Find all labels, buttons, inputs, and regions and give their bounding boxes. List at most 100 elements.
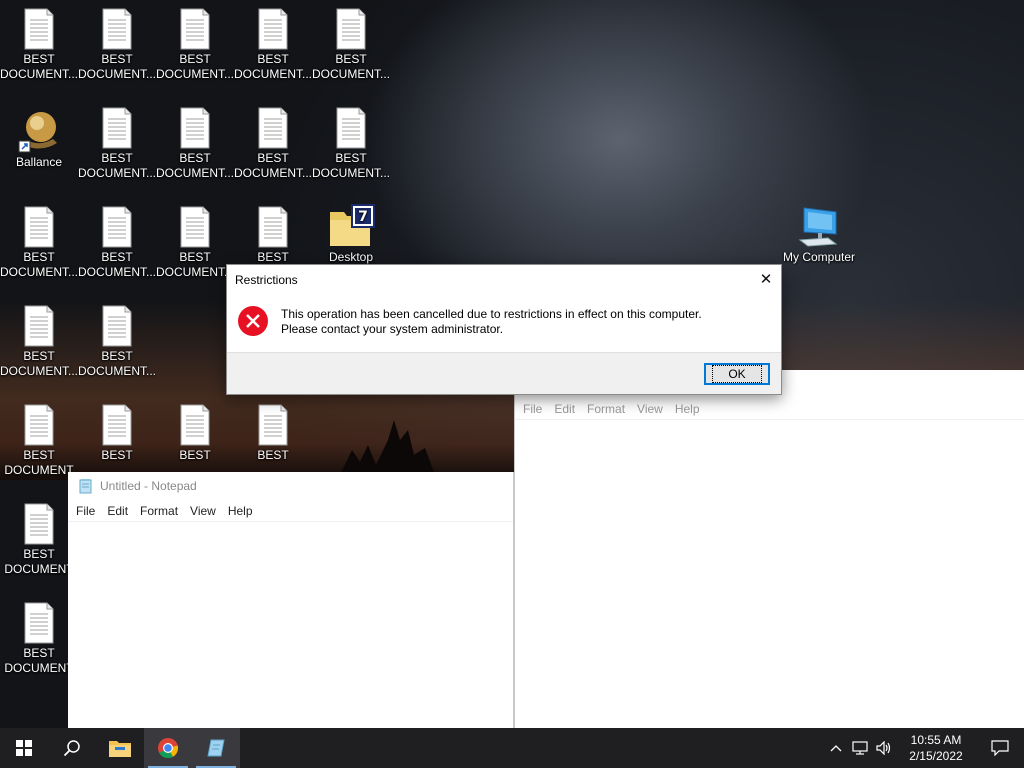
search-icon bbox=[63, 740, 80, 757]
desktop-icon[interactable]: Ballance bbox=[0, 107, 78, 170]
ok-button[interactable]: OK bbox=[704, 363, 770, 385]
desktop-icon[interactable]: BEST DOCUMENT... bbox=[78, 305, 156, 379]
desktop-icon-label: BEST bbox=[257, 52, 289, 66]
notepad-window-right[interactable]: File Edit Format View Help bbox=[514, 370, 1024, 728]
show-hidden-icons-button[interactable] bbox=[824, 728, 848, 768]
menu-edit[interactable]: Edit bbox=[101, 504, 134, 518]
menu-format[interactable]: Format bbox=[134, 504, 184, 518]
desktop-icon-label-line2: DOCUMENT... bbox=[234, 67, 312, 81]
desktop-icon[interactable]: BEST DOCUMENT bbox=[0, 602, 78, 676]
desktop-icon-label-line2: DOCUMENT... bbox=[78, 166, 156, 180]
taskbar-notepad[interactable] bbox=[192, 728, 240, 768]
desktop-icon[interactable]: BEST DOCUMENT... bbox=[0, 206, 78, 280]
desktop-icon[interactable]: BEST bbox=[234, 404, 312, 463]
desktop-icon[interactable]: 7 Desktop bbox=[312, 204, 390, 265]
desktop-icon[interactable]: BEST DOCUMENT... bbox=[0, 8, 78, 82]
desktop-icon[interactable]: BEST DOCUMENT... bbox=[156, 107, 234, 181]
desktop-icon[interactable]: BEST DOCUMENT... bbox=[78, 206, 156, 280]
desktop-icon[interactable]: BEST DOCUMENT... bbox=[78, 107, 156, 181]
desktop-icon-label-line2: DOCUMENT... bbox=[0, 265, 78, 279]
desktop-icon-label: BEST bbox=[23, 448, 55, 462]
desktop-icon-label: BEST bbox=[179, 448, 211, 462]
desktop-icon-label-line2: DOCUMENT... bbox=[0, 67, 78, 81]
desktop-icon-label: BEST bbox=[101, 151, 133, 165]
desktop-icon-label: My Computer bbox=[782, 250, 856, 264]
desktop-icon-label-line2: DOCUMENT... bbox=[156, 265, 234, 279]
desktop-icon[interactable]: BEST DOCUMENT... bbox=[234, 107, 312, 181]
desktop-icon-label: BEST bbox=[101, 448, 133, 462]
desktop-icon[interactable]: BEST DOCUMENT... bbox=[234, 8, 312, 82]
menu-format[interactable]: Format bbox=[581, 402, 631, 416]
notepad-left-menubar: File Edit Format View Help bbox=[68, 500, 513, 522]
ballance-game-icon bbox=[18, 112, 57, 153]
desktop-icon-label: BEST bbox=[23, 52, 55, 66]
desktop-icon[interactable]: BEST DOCUMENT... bbox=[78, 8, 156, 82]
network-button[interactable] bbox=[848, 728, 872, 768]
menu-file[interactable]: File bbox=[70, 504, 101, 518]
ok-button-label: OK bbox=[712, 365, 762, 383]
desktop-icon[interactable]: BEST bbox=[234, 206, 312, 265]
taskbar-chrome[interactable] bbox=[144, 728, 192, 768]
network-icon bbox=[852, 741, 868, 755]
document-icon bbox=[180, 8, 210, 50]
menu-file[interactable]: File bbox=[517, 402, 548, 416]
taskbar: 10:55 AM 2/15/2022 bbox=[0, 728, 1024, 768]
desktop-icon-label-line2: DOCUMENT bbox=[4, 562, 74, 576]
desktop-icon[interactable]: BEST bbox=[156, 404, 234, 463]
desktop-icon-label: BEST bbox=[179, 52, 211, 66]
desktop-icon-label: Desktop bbox=[328, 250, 374, 264]
notepad-right-text-area[interactable] bbox=[515, 422, 1024, 728]
desktop-icon[interactable]: BEST bbox=[78, 404, 156, 463]
desktop-icon-label-line2: DOCUMENT bbox=[4, 661, 74, 675]
desktop-icon[interactable]: BEST DOCUMENT... bbox=[312, 107, 390, 181]
notepad-left-text-area[interactable] bbox=[68, 524, 513, 728]
document-icon bbox=[24, 206, 54, 248]
clock[interactable]: 10:55 AM 2/15/2022 bbox=[896, 732, 976, 764]
windows-logo-icon bbox=[16, 740, 32, 756]
desktop-icon-label: BEST bbox=[101, 250, 133, 264]
desktop-icon-label: BEST bbox=[257, 448, 289, 462]
action-center-button[interactable] bbox=[976, 728, 1024, 768]
desktop-icon[interactable]: BEST DOCUMENT... bbox=[0, 305, 78, 379]
desktop-icon-label-line2: DOCUMENT bbox=[4, 463, 74, 477]
document-icon bbox=[102, 107, 132, 149]
desktop-icon[interactable]: BEST DOCUMENT... bbox=[156, 8, 234, 82]
document-icon bbox=[24, 503, 54, 545]
desktop-icon-label-line2: DOCUMENT... bbox=[78, 265, 156, 279]
desktop-icon[interactable]: My Computer bbox=[780, 206, 858, 265]
desktop-icon[interactable]: BEST DOCUMENT bbox=[0, 503, 78, 577]
document-icon bbox=[180, 107, 210, 149]
desktop-icon[interactable]: BEST DOCUMENT bbox=[0, 404, 78, 478]
notepad-icon bbox=[79, 479, 92, 494]
desktop-icon[interactable]: BEST DOCUMENT... bbox=[312, 8, 390, 82]
menu-view[interactable]: View bbox=[631, 402, 669, 416]
dialog-message: This operation has been cancelled due to… bbox=[281, 307, 702, 336]
desktop-icon-label-line2: DOCUMENT... bbox=[156, 67, 234, 81]
system-tray: 10:55 AM 2/15/2022 bbox=[824, 728, 1024, 768]
desktop-icon[interactable]: BEST DOCUMENT... bbox=[156, 206, 234, 280]
close-icon[interactable]: ✕ bbox=[751, 265, 781, 293]
document-icon bbox=[180, 404, 210, 446]
dialog-footer: OK bbox=[227, 352, 781, 394]
menu-help[interactable]: Help bbox=[222, 504, 259, 518]
desktop-icon-label: BEST bbox=[179, 250, 211, 264]
menu-edit[interactable]: Edit bbox=[548, 402, 581, 416]
volume-button[interactable] bbox=[872, 728, 896, 768]
desktop-icon-label: BEST bbox=[335, 151, 367, 165]
taskbar-file-explorer[interactable] bbox=[96, 728, 144, 768]
document-icon bbox=[258, 206, 288, 248]
menu-help[interactable]: Help bbox=[669, 402, 706, 416]
notepad-window-left[interactable]: Untitled - Notepad File Edit Format View… bbox=[68, 472, 514, 728]
document-icon bbox=[24, 602, 54, 644]
desktop-icon-label-line2: DOCUMENT... bbox=[78, 364, 156, 378]
menu-view[interactable]: View bbox=[184, 504, 222, 518]
start-button[interactable] bbox=[0, 728, 48, 768]
search-button[interactable] bbox=[48, 728, 96, 768]
chevron-up-icon bbox=[830, 745, 842, 752]
document-icon bbox=[102, 404, 132, 446]
notepad-left-titlebar[interactable]: Untitled - Notepad bbox=[68, 472, 513, 500]
desktop-icon-label-line2: DOCUMENT... bbox=[78, 67, 156, 81]
desktop-icon-label: BEST bbox=[101, 52, 133, 66]
document-icon bbox=[258, 404, 288, 446]
desktop-icon-label-line2: DOCUMENT... bbox=[312, 67, 390, 81]
